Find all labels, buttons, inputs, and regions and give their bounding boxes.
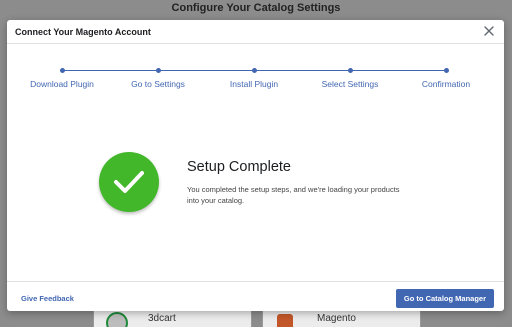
platform-card-label: 3dcart <box>148 313 176 324</box>
close-icon[interactable] <box>482 24 496 38</box>
step-confirmation: Confirmation <box>406 64 486 89</box>
dialog-header: Connect Your Magento Account <box>7 20 504 44</box>
setup-stepper: Download Plugin Go to Settings Install P… <box>7 64 504 94</box>
step-dot <box>155 68 161 73</box>
connect-account-dialog: Connect Your Magento Account Download Pl… <box>7 20 504 311</box>
step-label: Go to Settings <box>131 79 185 89</box>
dialog-footer: Give Feedback Go to Catalog Manager <box>7 281 504 311</box>
magento-logo-icon <box>277 314 293 327</box>
step-download-plugin: Download Plugin <box>22 64 102 89</box>
step-label: Download Plugin <box>30 79 94 89</box>
platform-cards: 3dcart Magento <box>93 309 421 327</box>
status-title: Setup Complete <box>187 159 291 175</box>
step-label: Install Plugin <box>229 79 279 89</box>
page-title: Configure Your Catalog Settings <box>171 2 341 14</box>
step-dot <box>59 68 65 73</box>
give-feedback-link[interactable]: Give Feedback <box>21 294 74 303</box>
step-dot <box>443 68 449 73</box>
status-message: You completed the setup steps, and we're… <box>187 185 400 205</box>
checkmark-icon <box>99 152 159 212</box>
go-to-catalog-manager-button[interactable]: Go to Catalog Manager <box>395 289 494 308</box>
step-label: Select Settings <box>321 79 379 89</box>
dialog-title: Connect Your Magento Account <box>15 27 151 37</box>
step-install-plugin: Install Plugin <box>214 64 294 89</box>
platform-card-magento: Magento <box>262 309 421 327</box>
platform-card-3dcart: 3dcart <box>93 309 252 327</box>
step-go-to-settings: Go to Settings <box>118 64 198 89</box>
step-select-settings: Select Settings <box>310 64 390 89</box>
step-dot <box>347 68 353 73</box>
cart-icon <box>106 312 128 327</box>
platform-card-label: Magento <box>317 313 356 324</box>
step-dot <box>251 68 257 73</box>
step-label: Confirmation <box>421 79 471 89</box>
